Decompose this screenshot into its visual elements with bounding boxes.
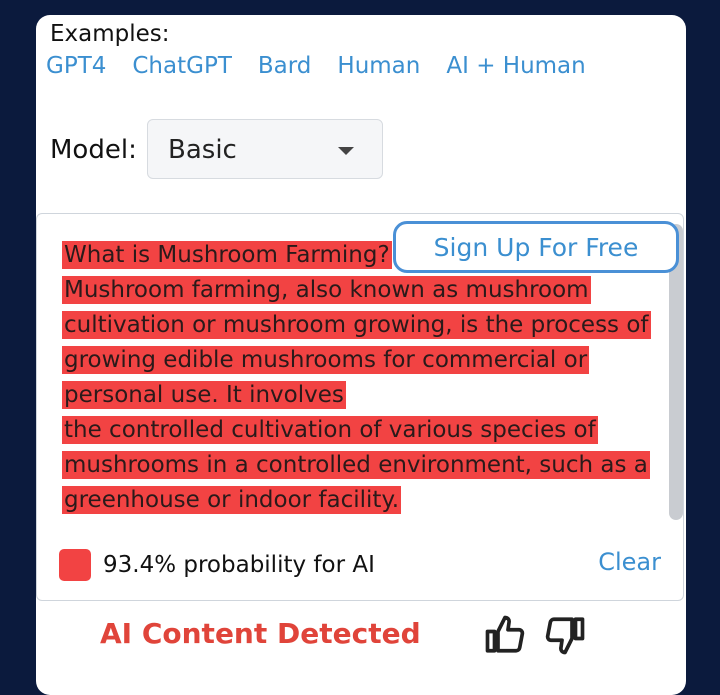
example-link-bard[interactable]: Bard: [258, 53, 312, 79]
sign-up-button[interactable]: Sign Up For Free: [393, 221, 679, 273]
highlighted-sentence: the controlled cultivation of various sp…: [62, 416, 650, 514]
clear-button[interactable]: Clear: [598, 548, 661, 576]
model-select-value: Basic: [168, 135, 237, 165]
detection-status: AI Content Detected: [100, 617, 421, 650]
example-link-gpt4[interactable]: GPT4: [46, 53, 106, 79]
highlighted-sentence: Mushroom farming, also known as mushroom…: [62, 276, 651, 409]
probability-text: 93.4% probability for AI: [103, 552, 375, 578]
highlighted-sentence: What is Mushroom Farming?: [62, 241, 392, 269]
probability-row: 93.4% probability for AI: [59, 549, 375, 581]
example-link-ai-human[interactable]: AI + Human: [446, 53, 585, 79]
chevron-down-icon: [338, 147, 354, 155]
examples-label: Examples:: [50, 21, 170, 47]
detector-card: Examples: GPT4 ChatGPT Bard Human AI + H…: [36, 15, 686, 695]
examples-links: GPT4 ChatGPT Bard Human AI + Human: [46, 53, 586, 79]
model-select[interactable]: Basic: [147, 119, 383, 179]
model-label: Model:: [50, 135, 137, 165]
probability-swatch: [59, 549, 91, 581]
example-link-chatgpt[interactable]: ChatGPT: [132, 53, 232, 79]
thumbs-down-icon[interactable]: [544, 614, 586, 656]
analyzed-text-panel[interactable]: What is Mushroom Farming? Mushroom farmi…: [36, 213, 684, 601]
analyzed-text: What is Mushroom Farming? Mushroom farmi…: [62, 238, 652, 518]
thumbs-up-icon[interactable]: [484, 614, 526, 656]
example-link-human[interactable]: Human: [337, 53, 420, 79]
